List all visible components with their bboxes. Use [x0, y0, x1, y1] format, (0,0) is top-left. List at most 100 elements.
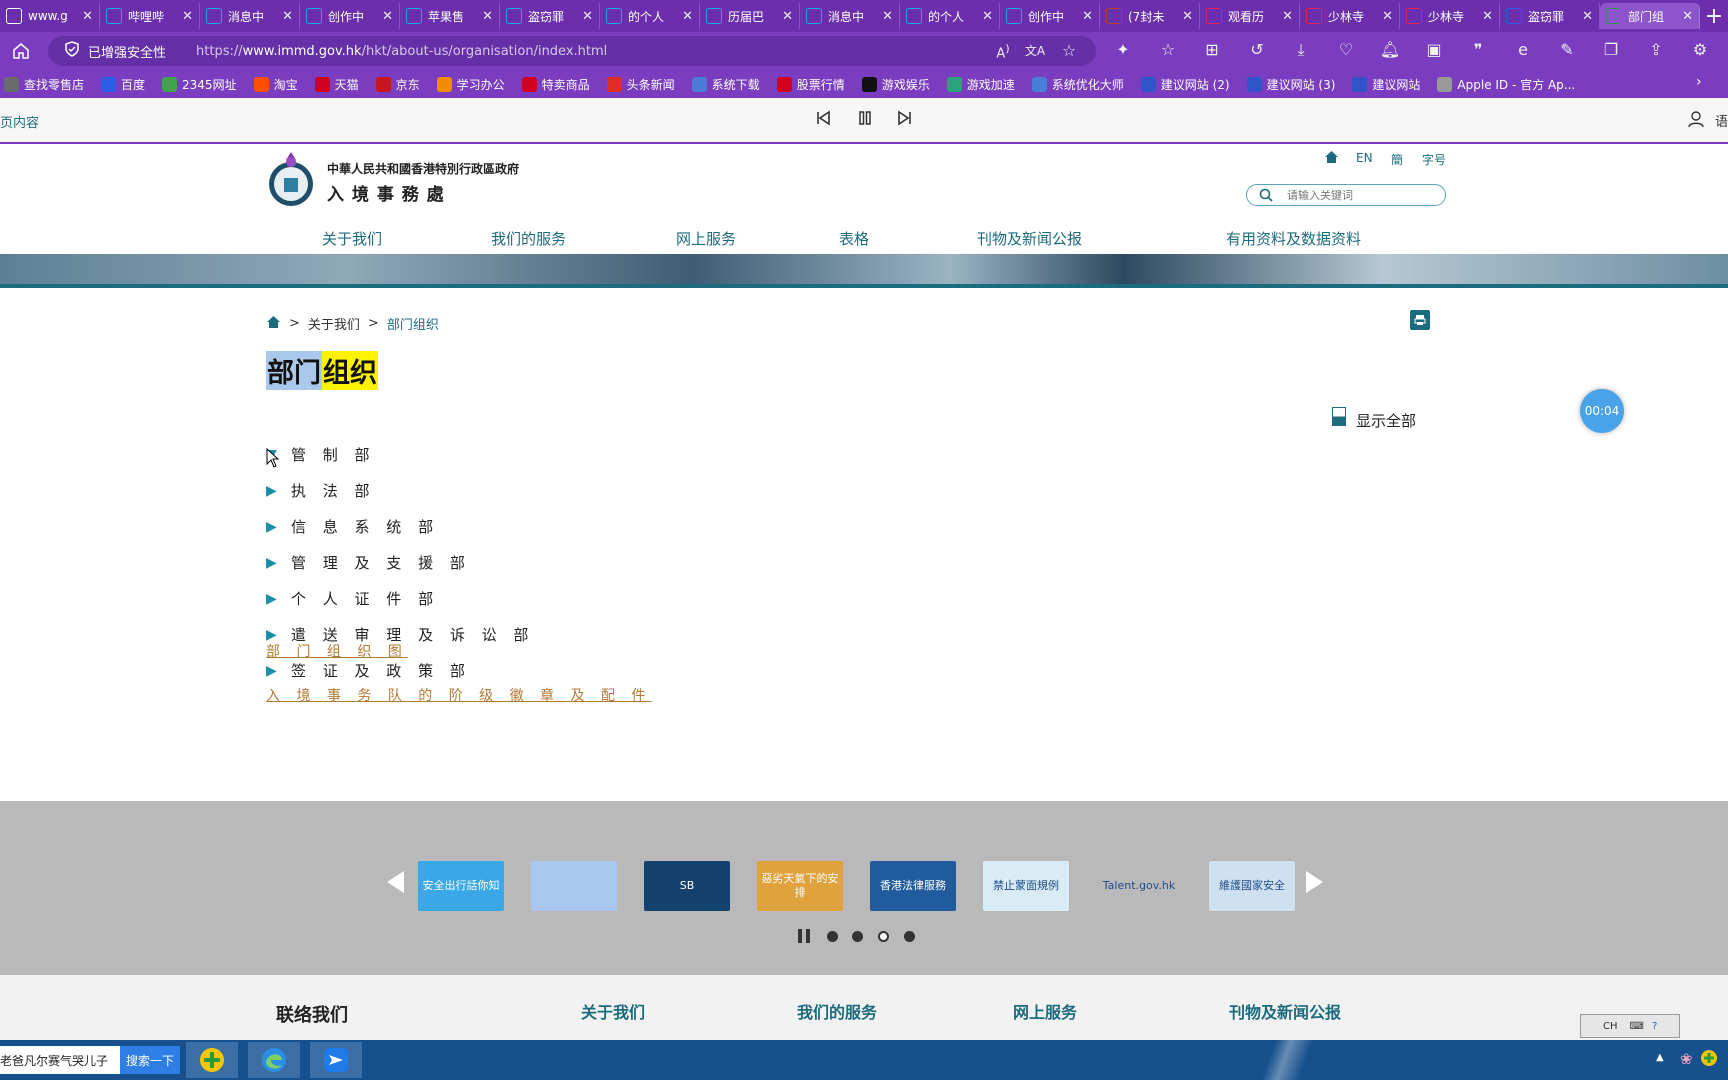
tab-close-icon[interactable]: ✕	[582, 9, 593, 24]
language-en-link[interactable]: EN	[1356, 151, 1373, 165]
expand-right-icon[interactable]: ▶	[266, 591, 291, 607]
health-icon[interactable]: ♡	[1331, 40, 1361, 59]
carousel-dot-2[interactable]	[852, 931, 863, 942]
edge-icon[interactable]: e	[1508, 40, 1538, 59]
department-item[interactable]: ▶ 签 证 及 政 策 部	[266, 660, 471, 681]
browser-tab[interactable]: 部门组 ✕	[1600, 3, 1700, 29]
bookmark-item[interactable]: 系统优化大师	[1031, 76, 1124, 93]
carousel-pause-icon[interactable]	[797, 928, 811, 948]
search-icon[interactable]	[1259, 188, 1273, 206]
tab-close-icon[interactable]: ✕	[882, 9, 893, 24]
promo-banner[interactable]: Talent.gov.hk	[1096, 861, 1182, 911]
tab-close-icon[interactable]: ✕	[382, 9, 393, 24]
recording-timer[interactable]: 00:04	[1580, 389, 1624, 433]
copy-icon[interactable]: ❐	[1596, 40, 1626, 59]
department-item[interactable]: ▼管 制 部	[266, 444, 376, 465]
promo-banner[interactable]: 禁止蒙面規例	[983, 861, 1069, 911]
ime-toolbar[interactable]: CH ⌨ ?	[1580, 1014, 1680, 1038]
browser-tab[interactable]: (7封未 ✕	[1100, 3, 1200, 29]
breadcrumb-home-icon[interactable]	[266, 315, 281, 333]
quote-icon[interactable]: ❞	[1463, 40, 1493, 59]
url-text[interactable]: https://www.immd.gov.hk/hkt/about-us/org…	[196, 44, 607, 59]
screenshot-icon[interactable]: ▣	[1419, 40, 1449, 59]
tab-close-icon[interactable]: ✕	[282, 9, 293, 24]
department-label[interactable]: 个 人 证 件 部	[291, 588, 439, 609]
share-icon[interactable]: ⇪	[1641, 40, 1671, 59]
promo-banner[interactable]: 香港法律服務	[870, 861, 956, 911]
tab-close-icon[interactable]: ✕	[1382, 9, 1393, 24]
browser-tab[interactable]: 观看历 ✕	[1200, 3, 1300, 29]
department-label[interactable]: 管 制 部	[291, 444, 376, 465]
tab-close-icon[interactable]: ✕	[682, 9, 693, 24]
bookmark-item[interactable]: 建议网站 (2)	[1140, 76, 1230, 93]
tab-close-icon[interactable]: ✕	[1182, 9, 1193, 24]
bookmark-item[interactable]: 天猫	[314, 76, 359, 93]
bell-icon[interactable]: 🔔︎	[1375, 40, 1405, 59]
page-content-link[interactable]: 页内容	[0, 112, 39, 131]
bookmark-item[interactable]: 股票行情	[776, 76, 845, 93]
tab-close-icon[interactable]: ✕	[1682, 9, 1693, 24]
browser-tab[interactable]: 创作中 ✕	[300, 3, 400, 29]
taskbar-news-box[interactable]: 老爸凡尔赛气哭儿子	[0, 1046, 120, 1074]
taskbar-feishu-icon[interactable]	[310, 1042, 362, 1078]
tab-close-icon[interactable]: ✕	[82, 9, 93, 24]
carousel-dot-3[interactable]	[878, 931, 889, 942]
history-icon[interactable]: ↺	[1242, 40, 1272, 59]
tray-360-icon[interactable]	[1700, 1049, 1718, 1071]
tray-expand-icon[interactable]: ▲	[1656, 1052, 1664, 1063]
immd-emblem-logo[interactable]	[266, 150, 316, 214]
bookmark-item[interactable]: 淘宝	[253, 76, 298, 93]
browser-tab[interactable]: 盗窃罪 ✕	[1500, 3, 1600, 29]
org-chart-link[interactable]: 部 门 组 织 图	[266, 641, 408, 661]
bookmark-item[interactable]: 2345网址	[162, 76, 237, 93]
promo-banner[interactable]: 惡劣天氣下的安排	[757, 861, 843, 911]
font-size-link[interactable]: 字号	[1422, 151, 1446, 168]
bookmark-item[interactable]: 百度	[101, 76, 145, 93]
show-all-toggle-icon[interactable]	[1332, 407, 1346, 426]
department-item[interactable]: ▶ 个 人 证 件 部	[266, 588, 439, 609]
bookmark-item[interactable]: 学习办公	[436, 76, 505, 93]
taskbar-search-button[interactable]: 搜索一下	[120, 1046, 180, 1074]
bookmarks-more-icon[interactable]: ›	[1696, 74, 1702, 90]
extensions-icon[interactable]: ✦	[1108, 40, 1138, 59]
department-label[interactable]: 执 法 部	[291, 480, 376, 501]
show-all-label[interactable]: 显示全部	[1356, 410, 1416, 431]
browser-tab[interactable]: 的个人 ✕	[600, 3, 700, 29]
translate-icon[interactable]: 文A	[1020, 42, 1050, 59]
footer-about-us[interactable]: 关于我们	[581, 999, 645, 1023]
browser-tab[interactable]: 消息中 ✕	[200, 3, 300, 29]
tray-flower-icon[interactable]: ❀	[1680, 1050, 1693, 1068]
nav-about-us[interactable]: 关于我们	[322, 228, 382, 249]
nav-publications[interactable]: 刊物及新闻公报	[977, 228, 1082, 249]
promo-banner[interactable]: SB	[644, 861, 730, 911]
browser-tab[interactable]: 的个人 ✕	[900, 3, 1000, 29]
carousel-prev-icon[interactable]	[384, 869, 406, 899]
tab-close-icon[interactable]: ✕	[1482, 9, 1493, 24]
favorite-star-icon[interactable]: ☆	[1054, 41, 1084, 60]
department-item[interactable]: ▶ 管 理 及 支 援 部	[266, 552, 471, 573]
expand-right-icon[interactable]: ▶	[266, 663, 291, 679]
nav-useful-info[interactable]: 有用资料及数据资料	[1226, 228, 1361, 249]
download-icon[interactable]: ⤓	[1286, 40, 1316, 60]
taskbar-edge-icon[interactable]	[248, 1042, 300, 1078]
edit-icon[interactable]: ✎	[1552, 40, 1582, 59]
department-label[interactable]: 信 息 系 统 部	[291, 516, 439, 537]
carousel-next-icon[interactable]	[1304, 869, 1326, 899]
keyboard-icon[interactable]: ⌨	[1630, 1021, 1644, 1032]
department-item[interactable]: ▶ 执 法 部	[266, 480, 376, 501]
department-item[interactable]: ▶ 信 息 系 统 部	[266, 516, 439, 537]
tab-close-icon[interactable]: ✕	[482, 9, 493, 24]
bookmark-item[interactable]: Apple ID - 官方 Ap...	[1437, 76, 1575, 93]
collections-icon[interactable]: ⊞	[1197, 40, 1227, 59]
site-search-box[interactable]	[1246, 184, 1446, 206]
read-aloud-icon[interactable]: A)	[988, 42, 1018, 61]
help-icon[interactable]: ?	[1652, 1021, 1657, 1032]
tab-close-icon[interactable]: ✕	[1582, 9, 1593, 24]
expand-right-icon[interactable]: ▶	[266, 519, 291, 535]
promo-banner[interactable]: 安全出行話你知	[418, 861, 504, 911]
browser-tab[interactable]: www.g ✕	[0, 3, 100, 29]
expand-right-icon[interactable]: ▶	[266, 555, 291, 571]
breadcrumb-about-us[interactable]: 关于我们	[308, 314, 360, 333]
footer-publications[interactable]: 刊物及新闻公报	[1229, 999, 1341, 1023]
previous-track-icon[interactable]	[814, 109, 832, 131]
